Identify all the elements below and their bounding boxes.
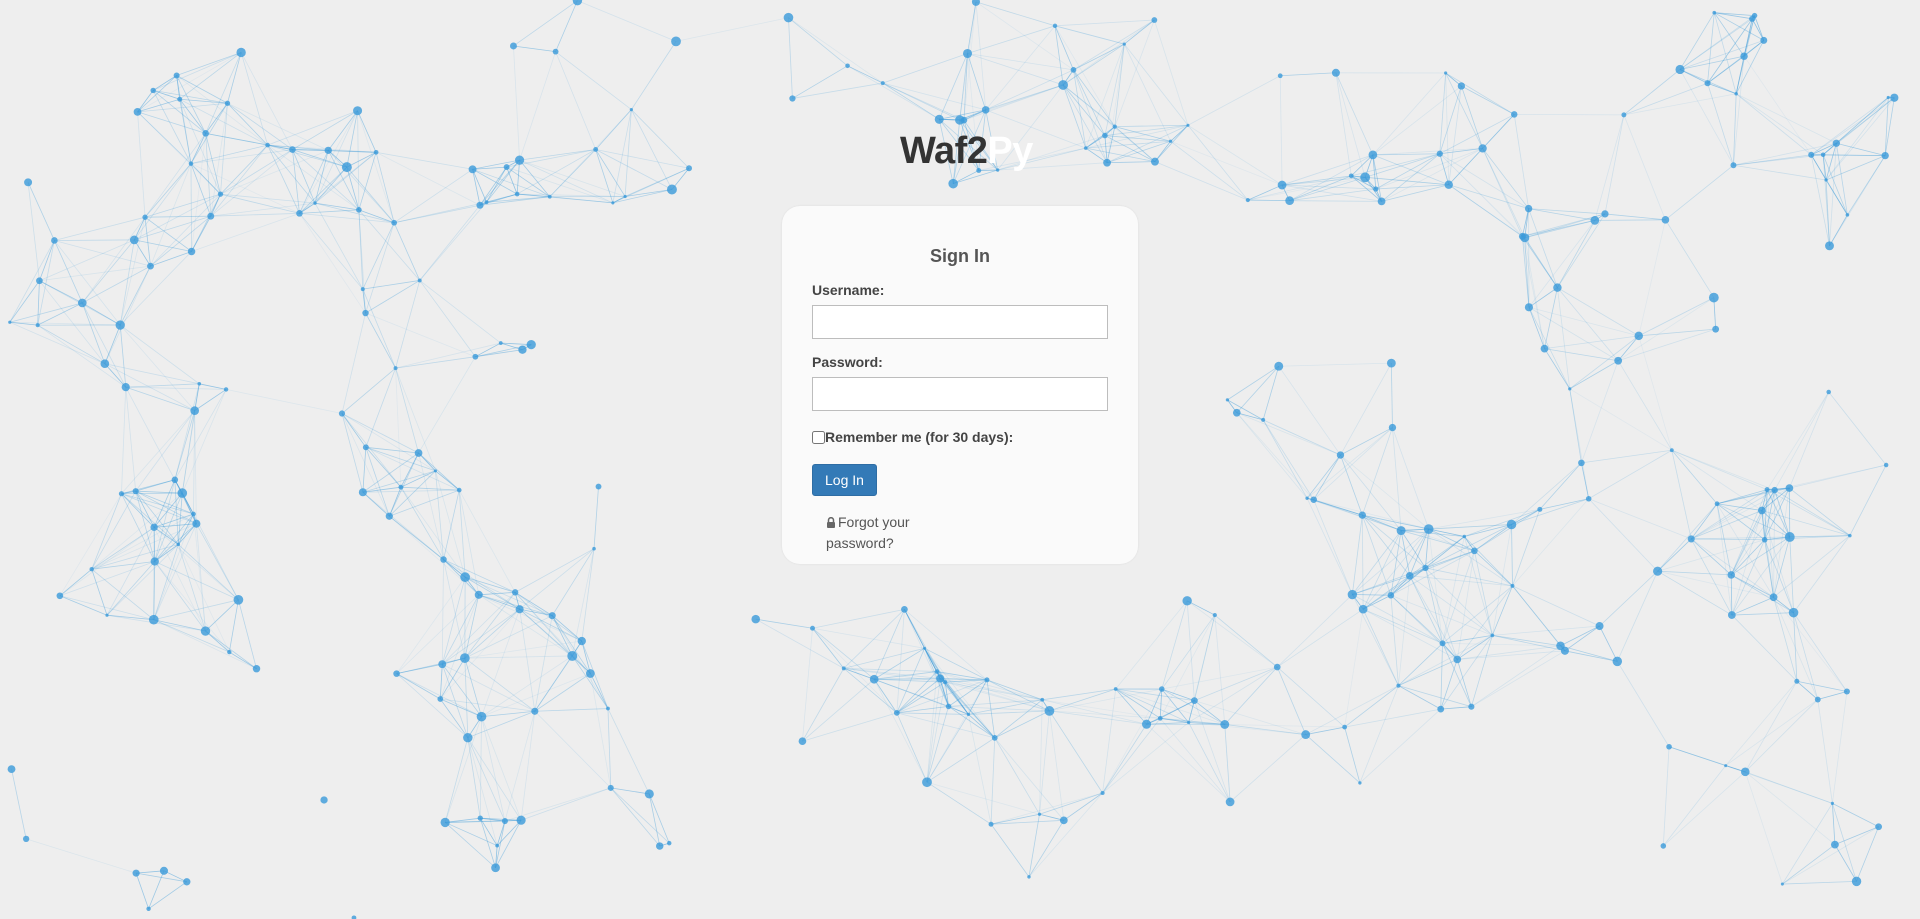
remember-me-row: Remember me (for 30 days):: [812, 429, 1108, 445]
forgot-password-link[interactable]: Forgot your password?: [826, 512, 926, 553]
remember-me-label[interactable]: Remember me (for 30 days):: [825, 429, 1013, 445]
remember-me-checkbox[interactable]: [812, 430, 825, 444]
log-in-button[interactable]: Log In: [812, 464, 877, 496]
password-input[interactable]: [812, 377, 1108, 411]
lock-icon: [826, 513, 836, 533]
brand-logo: Waf2Py: [900, 130, 1033, 173]
username-input[interactable]: [812, 305, 1108, 339]
sign-in-title: Sign In: [930, 246, 990, 266]
username-label: Username:: [812, 282, 885, 298]
login-card: Sign In Username: Password: Remember me …: [782, 206, 1138, 564]
brand-main-text: Waf2: [900, 130, 988, 172]
brand-accent-text: Py: [987, 130, 1033, 172]
forgot-password-label: Forgot your password?: [826, 514, 910, 551]
password-label: Password:: [812, 354, 883, 370]
